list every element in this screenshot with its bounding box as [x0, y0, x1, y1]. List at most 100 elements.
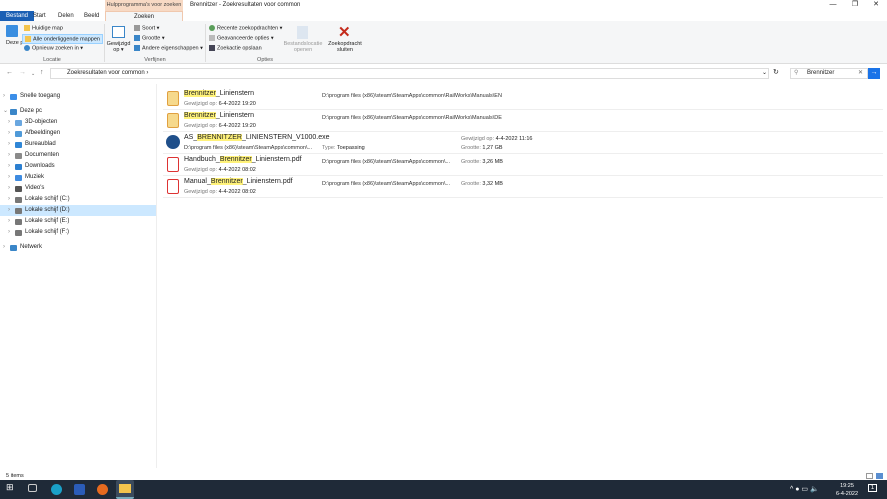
search-again-button[interactable]: Opnieuw zoeken in ▾ [24, 45, 83, 51]
chevron-right-icon[interactable]: › [8, 117, 10, 128]
clear-search-button[interactable]: ✕ [858, 69, 863, 76]
folder-icon [15, 207, 22, 214]
firefox-icon[interactable] [97, 484, 108, 495]
chevron-right-icon[interactable]: › [8, 150, 10, 161]
file-name[interactable]: Handbuch_Brennitzer_Linienstern.pdf [184, 156, 302, 163]
chevron-right-icon[interactable]: › [8, 227, 10, 238]
sidebar-item-label: Video's [25, 185, 45, 191]
sidebar-item-label: 3D-objecten [25, 119, 58, 125]
open-location-button[interactable]: Bestandslocatie openen [283, 41, 323, 53]
tray-icons[interactable]: ^ ● ▭ 🔈 [790, 485, 819, 493]
size-icon [134, 35, 140, 41]
modified-date-button[interactable]: Gewijzigd op ▾ [106, 41, 131, 53]
search-icon [24, 45, 30, 51]
file-row[interactable]: Handbuch_Brennitzer_Linienstern.pdf Gewij… [163, 154, 883, 176]
sidebar-item[interactable]: ⌄ Deze pc [0, 106, 156, 117]
search-highlight: Brennitzer [219, 156, 252, 163]
status-item-count: 5 items [6, 473, 24, 479]
advanced-options-button[interactable]: Geavanceerde opties ▾ [209, 35, 274, 41]
file-row[interactable]: Brennitzer_Linienstern Gewijzigd op: 6-4-… [163, 88, 883, 110]
sidebar-item[interactable]: › Snelle toegang [0, 91, 156, 102]
chevron-right-icon[interactable]: › [3, 91, 5, 102]
save-icon [209, 45, 215, 51]
large-icons-view-button[interactable] [876, 473, 883, 479]
chevron-right-icon[interactable]: › [8, 194, 10, 205]
chevron-right-icon[interactable]: › [3, 242, 5, 253]
chevron-down-icon[interactable]: ⌄ [3, 106, 8, 117]
sidebar-item[interactable]: › Lokale schijf (C:) [0, 194, 156, 205]
chevron-right-icon[interactable]: › [8, 128, 10, 139]
kind-button[interactable]: Soort ▾ [134, 25, 159, 31]
clock-icon [209, 25, 215, 31]
chevron-right-icon[interactable]: › [8, 216, 10, 227]
tab-view[interactable]: Beeld [78, 11, 105, 21]
file-name[interactable]: AS_BRENNITZER_LINIENSTERN_V1000.exe [184, 134, 330, 141]
sidebar-item[interactable]: › Video's [0, 183, 156, 194]
close-search-button[interactable]: Zoekopdracht sluiten [326, 41, 364, 53]
sidebar-item[interactable]: › Lokale schijf (E:) [0, 216, 156, 227]
file-explorer-taskbar-button[interactable] [116, 480, 134, 499]
save-search-button[interactable]: Zoekactie opslaan [209, 45, 262, 51]
notifications-button[interactable]: 1 [868, 484, 877, 492]
chevron-right-icon[interactable]: › [8, 172, 10, 183]
file-row[interactable]: AS_BRENNITZER_LINIENSTERN_V1000.exe D:\pr… [163, 132, 883, 154]
chevron-right-icon[interactable]: › [8, 139, 10, 150]
search-icon: ⚲ [794, 70, 799, 76]
back-button[interactable]: ← [6, 69, 13, 76]
refresh-button[interactable]: ↻ [773, 68, 779, 76]
edge-icon[interactable] [51, 484, 62, 495]
file-modified: Gewijzigd op: 6-4-2022 19:20 [184, 123, 256, 129]
forward-button[interactable]: → [19, 69, 26, 76]
tab-search[interactable]: Zoeken [105, 11, 183, 21]
recent-locations-button[interactable]: ⌄ [31, 71, 35, 77]
sidebar-item[interactable]: › Documenten [0, 150, 156, 161]
tab-start[interactable]: Start [27, 11, 52, 21]
start-button[interactable]: ⊞ [6, 482, 17, 493]
search-highlight: BRENNITZER [197, 134, 242, 141]
file-path: D:\program files (x86)\steam\SteamApps\c… [184, 145, 313, 151]
pdf-icon [167, 157, 179, 172]
file-row[interactable]: Brennitzer_Linienstern Gewijzigd op: 6-4-… [163, 110, 883, 132]
recent-searches-button[interactable]: Recente zoekopdrachten ▾ [209, 25, 282, 31]
address-bar[interactable]: Zoekresultaten voor common › [50, 68, 769, 79]
sidebar-item-label: Muziek [25, 174, 45, 180]
clock[interactable]: 19:25 6-4-2022 [836, 482, 858, 498]
file-row[interactable]: Manual_Brennitzer_Linienstern.pdf Gewijzi… [163, 176, 883, 198]
maximize-button[interactable]: ❐ [844, 0, 866, 11]
sidebar-item[interactable]: › Bureaublad [0, 139, 156, 150]
pane-divider[interactable] [156, 84, 157, 468]
sidebar-item[interactable]: › Netwerk [0, 242, 156, 253]
sidebar-item[interactable]: › 3D-objecten [0, 117, 156, 128]
close-button[interactable]: ✕ [865, 0, 887, 11]
sidebar-item[interactable]: › Lokale schijf (F:) [0, 227, 156, 238]
up-button[interactable]: ↑ [40, 69, 44, 76]
sidebar-item[interactable]: › Afbeeldingen [0, 128, 156, 139]
task-view-button[interactable] [28, 484, 37, 492]
address-dropdown[interactable]: ⌄ [762, 69, 767, 76]
search-highlight: Brennitzer [184, 90, 216, 97]
sidebar-item[interactable]: › Lokale schijf (D:) [0, 205, 156, 216]
all-subfolders-button[interactable]: Alle onderliggende mappen [22, 34, 103, 45]
chevron-right-icon[interactable]: › [8, 205, 10, 216]
other-properties-button[interactable]: Andere eigenschappen ▾ [134, 45, 203, 51]
search-input[interactable]: Brennitzer [790, 68, 868, 79]
current-folder-button[interactable]: Huidige map [24, 25, 63, 31]
file-name[interactable]: Manual_Brennitzer_Linienstern.pdf [184, 178, 293, 185]
details-view-button[interactable] [866, 473, 873, 479]
this-pc-button[interactable]: Deze pc [6, 40, 26, 46]
sidebar-item[interactable]: › Downloads [0, 161, 156, 172]
word-icon[interactable] [74, 484, 85, 495]
folder-icon [10, 108, 17, 115]
minimize-button[interactable]: — [822, 0, 844, 11]
file-name[interactable]: Brennitzer_Linienstern [184, 90, 254, 97]
sidebar-item-label: Bureaublad [25, 141, 56, 147]
chevron-right-icon[interactable]: › [8, 183, 10, 194]
size-button[interactable]: Grootte ▾ [134, 35, 165, 41]
breadcrumb[interactable]: Zoekresultaten voor common [67, 70, 145, 76]
separator [205, 24, 206, 62]
file-name[interactable]: Brennitzer_Linienstern [184, 112, 254, 119]
chevron-right-icon[interactable]: › [8, 161, 10, 172]
tab-share[interactable]: Delen [52, 11, 80, 21]
search-go-button[interactable]: → [868, 68, 880, 79]
sidebar-item[interactable]: › Muziek [0, 172, 156, 183]
